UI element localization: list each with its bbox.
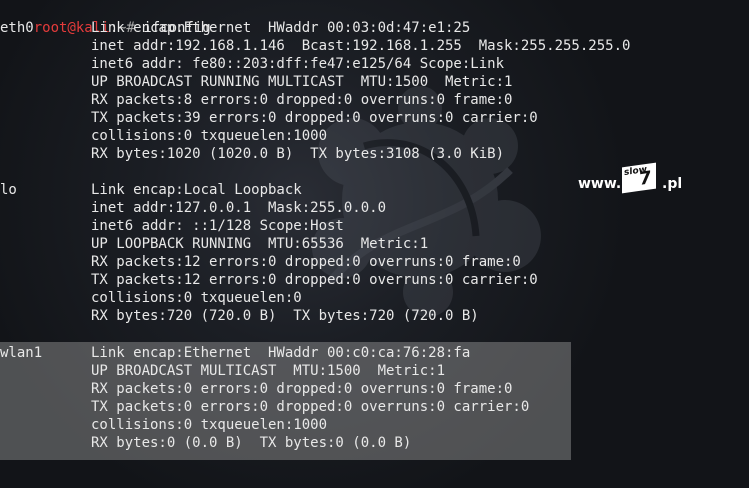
watermark-pl: .pl bbox=[662, 176, 683, 192]
wlan1-line-6: RX bytes:0 (0.0 B) TX bytes:0 (0.0 B) bbox=[91, 435, 412, 451]
terminal-window[interactable]: root@kali:~# ifconfig eth0 Link encap:Et… bbox=[0, 0, 749, 488]
wlan1-line-2: UP BROADCAST MULTICAST MTU:1500 Metric:1 bbox=[91, 363, 446, 379]
watermark-www: www. bbox=[578, 176, 622, 192]
wlan1-line-1: Link encap:Ethernet HWaddr 00:c0:ca:76:2… bbox=[91, 345, 471, 361]
eth0-line-8: RX bytes:1020 (1020.0 B) TX bytes:3108 (… bbox=[91, 146, 505, 162]
eth0-line-7: collisions:0 txqueuelen:1000 bbox=[91, 128, 328, 144]
eth0-line-3: inet6 addr: fe80::203:dff:fe47:e125/64 S… bbox=[91, 56, 505, 72]
lo-line-5: RX packets:12 errors:0 dropped:0 overrun… bbox=[91, 254, 521, 270]
lo-line-6: TX packets:12 errors:0 dropped:0 overrun… bbox=[91, 272, 538, 288]
lo-line-8: RX bytes:720 (720.0 B) TX bytes:720 (720… bbox=[91, 308, 479, 324]
eth0-line-2: inet addr:192.168.1.146 Bcast:192.168.1.… bbox=[91, 38, 631, 54]
watermark-seven: 7 bbox=[639, 167, 652, 190]
interface-name-wlan1: wlan1 bbox=[0, 345, 43, 361]
wlan1-line-5: collisions:0 txqueuelen:1000 bbox=[91, 417, 328, 433]
wlan1-line-4: TX packets:0 errors:0 dropped:0 overruns… bbox=[91, 399, 530, 415]
lo-line-4: UP LOOPBACK RUNNING MTU:65536 Metric:1 bbox=[91, 236, 429, 252]
lo-line-2: inet addr:127.0.0.1 Mask:255.0.0.0 bbox=[91, 200, 387, 216]
prompt-line-command: root@kali:~# ifconfig bbox=[0, 1, 211, 36]
prompt-line-current[interactable]: root@kali:~# bbox=[0, 470, 154, 488]
eth0-line-5: RX packets:8 errors:0 dropped:0 overruns… bbox=[91, 92, 513, 108]
eth0-line-4: UP BROADCAST RUNNING MULTICAST MTU:1500 … bbox=[91, 74, 513, 90]
interface-name-eth0: eth0 bbox=[0, 20, 34, 36]
wlan1-line-3: RX packets:0 errors:0 dropped:0 overruns… bbox=[91, 381, 513, 397]
interface-name-lo: lo bbox=[0, 182, 17, 198]
lo-line-3: inet6 addr: ::1/128 Scope:Host bbox=[91, 218, 344, 234]
eth0-line-1: Link encap:Ethernet HWaddr 00:03:0d:47:e… bbox=[91, 20, 471, 36]
lo-line-1: Link encap:Local Loopback bbox=[91, 182, 302, 198]
slow7-watermark-logo: www. slow 7 .pl bbox=[578, 162, 688, 201]
lo-line-7: collisions:0 txqueuelen:0 bbox=[91, 290, 302, 306]
watermark-box: slow 7 bbox=[622, 162, 656, 194]
eth0-line-6: TX packets:39 errors:0 dropped:0 overrun… bbox=[91, 110, 538, 126]
